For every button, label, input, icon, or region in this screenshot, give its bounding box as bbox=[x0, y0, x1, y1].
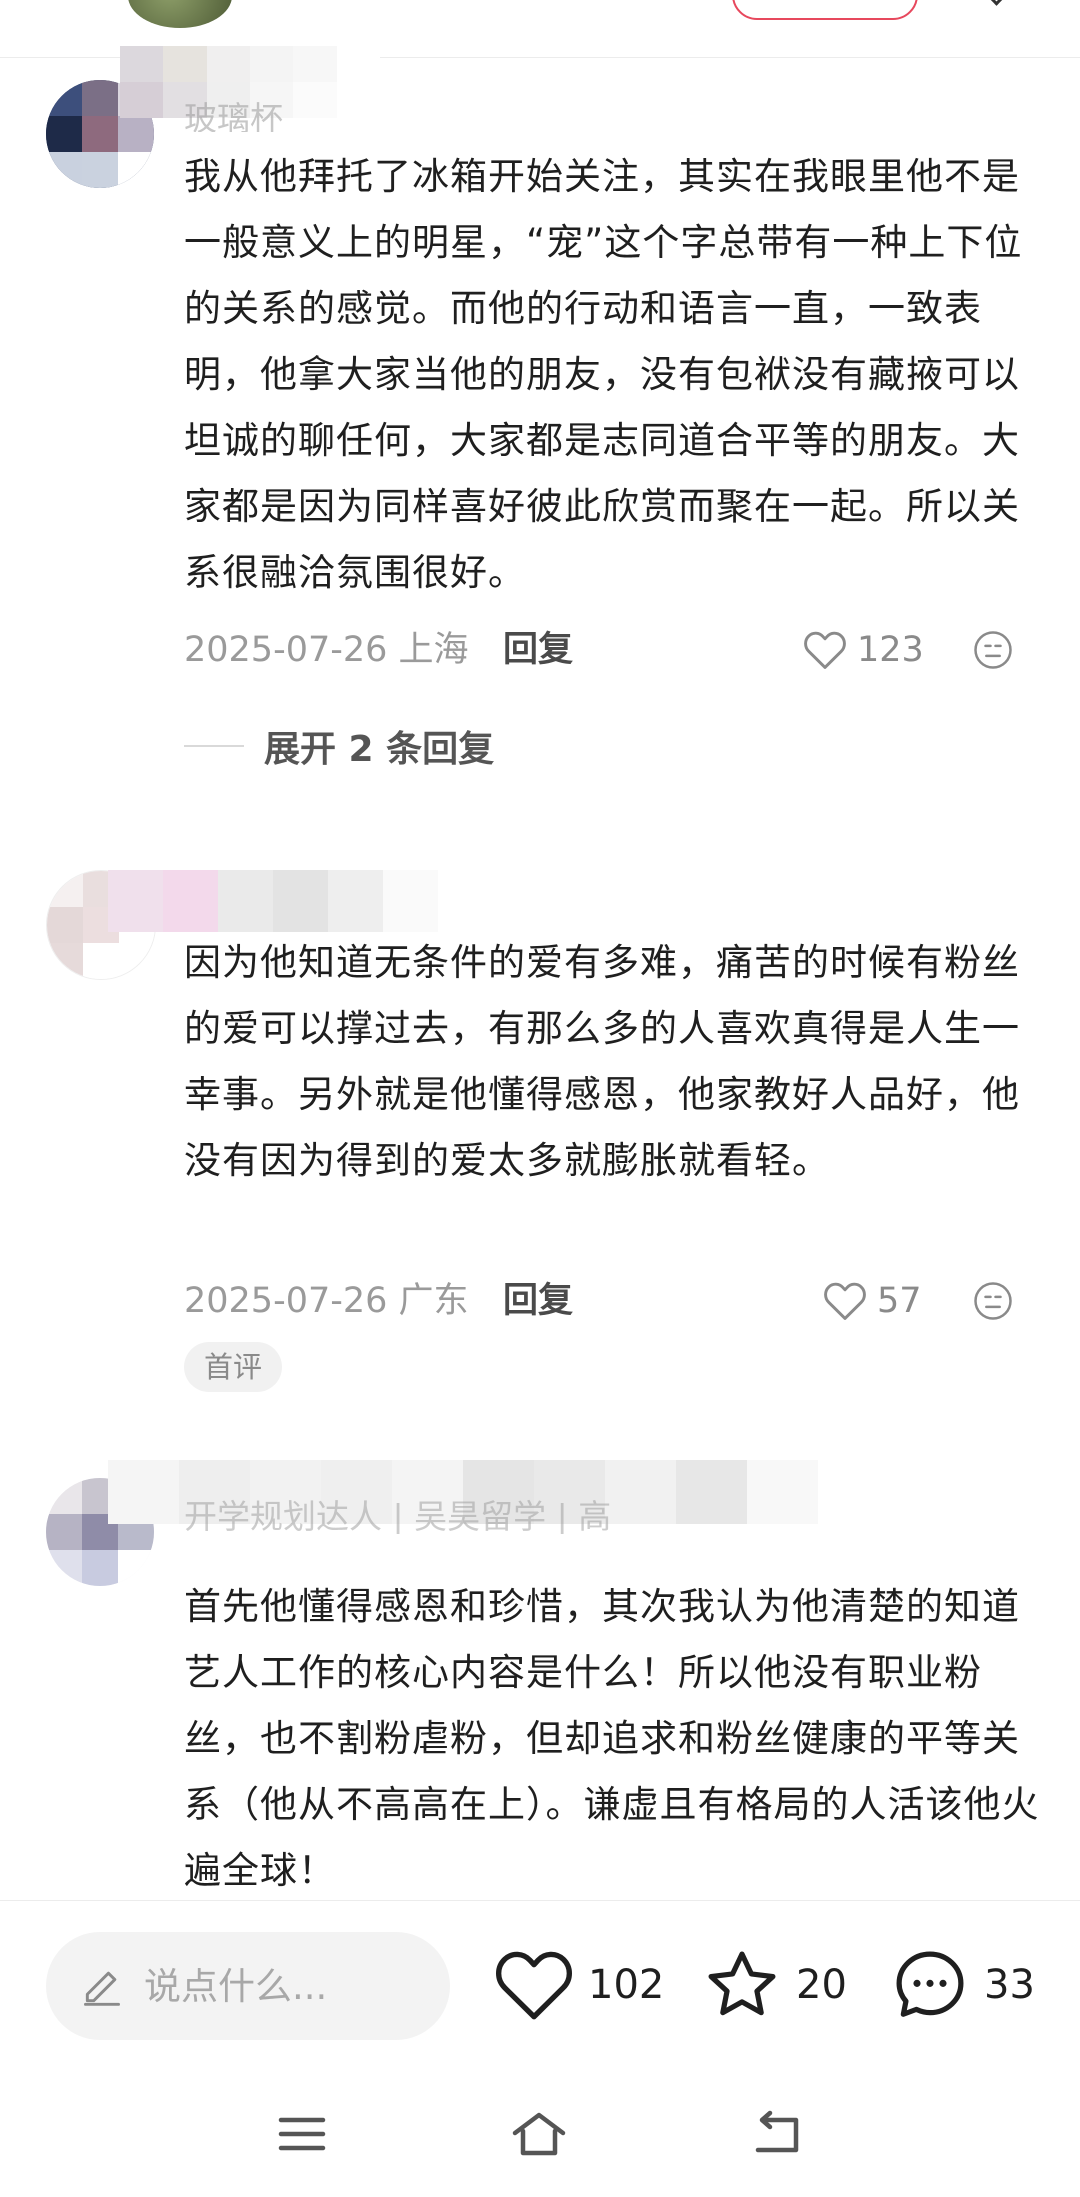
first-comment-badge: 首评 bbox=[184, 1342, 283, 1392]
emoji-icon[interactable] bbox=[973, 630, 1013, 670]
comment-item: 因为他知道无条件的爱有多难，痛苦的时候有粉丝的爱可以撑过去，有那么多的人喜欢真得… bbox=[0, 840, 1080, 1400]
expand-replies-button[interactable]: 展开 2 条回复 bbox=[184, 720, 494, 772]
like-button[interactable]: 123 bbox=[803, 625, 924, 675]
comment-text: 首先他懂得感恩和珍惜，其次我认为他清楚的知道艺人工作的核心内容是什么！所以他没有… bbox=[184, 1585, 1040, 1892]
post-like-count: 102 bbox=[588, 1962, 665, 2008]
star-icon bbox=[708, 1951, 776, 2016]
username-mosaic bbox=[108, 870, 438, 932]
pencil-icon bbox=[84, 1971, 120, 2006]
heart-icon bbox=[804, 631, 846, 669]
post-favorite-button[interactable]: 20 bbox=[702, 1940, 847, 2030]
heart-icon bbox=[496, 1951, 572, 2020]
comment-text: 因为他知道无条件的爱有多难，痛苦的时候有粉丝的爱可以撑过去，有那么多的人喜欢真得… bbox=[184, 941, 1020, 1182]
heart-icon bbox=[824, 1282, 866, 1320]
username[interactable]: 开学规划达人 | 吴昊留学 | 高 bbox=[184, 1490, 611, 1534]
like-count: 123 bbox=[857, 630, 924, 670]
expand-divider bbox=[184, 745, 244, 747]
follow-button[interactable] bbox=[732, 0, 918, 20]
chat-bubble-icon bbox=[896, 1951, 964, 2017]
home-icon[interactable] bbox=[507, 2102, 571, 2166]
emoji-icon[interactable] bbox=[973, 1281, 1013, 1321]
post-comment-button[interactable]: 33 bbox=[890, 1940, 1035, 2030]
back-icon[interactable] bbox=[745, 2102, 809, 2166]
author-avatar[interactable] bbox=[128, 0, 232, 28]
post-like-button[interactable]: 102 bbox=[494, 1940, 664, 2030]
like-button[interactable]: 57 bbox=[823, 1276, 922, 1326]
comment-input[interactable] bbox=[46, 1932, 450, 2040]
username[interactable]: 玻璃杯 bbox=[184, 92, 283, 132]
reply-button[interactable]: 回复 bbox=[503, 1276, 573, 1326]
menu-icon[interactable] bbox=[270, 2102, 334, 2166]
like-count: 57 bbox=[877, 1281, 922, 1321]
post-comment-count: 33 bbox=[984, 1962, 1035, 2008]
comment-item: 开学规划达人 | 吴昊留学 | 高 首先他懂得感恩和珍惜，其次我认为他清楚的知道… bbox=[0, 1450, 1080, 1900]
reply-button[interactable]: 回复 bbox=[503, 625, 573, 675]
comment-text: 我从他拜托了冰箱开始关注，其实在我眼里他不是一般意义上的明星，“宠”这个字总带有… bbox=[184, 155, 1023, 594]
comment-input-field[interactable] bbox=[142, 1963, 416, 2009]
comment-date-location: 2025-07-26 上海 bbox=[184, 630, 469, 670]
expand-replies-label: 展开 2 条回复 bbox=[264, 729, 495, 770]
post-favorite-count: 20 bbox=[796, 1962, 847, 2008]
comment-item: 玻璃杯 我从他拜托了冰箱开始关注，其实在我眼里他不是一般意义上的明星，“宠”这个… bbox=[0, 40, 1080, 780]
chevron-down-icon[interactable] bbox=[987, 0, 1006, 6]
comment-date-location: 2025-07-26 广东 bbox=[184, 1281, 469, 1321]
